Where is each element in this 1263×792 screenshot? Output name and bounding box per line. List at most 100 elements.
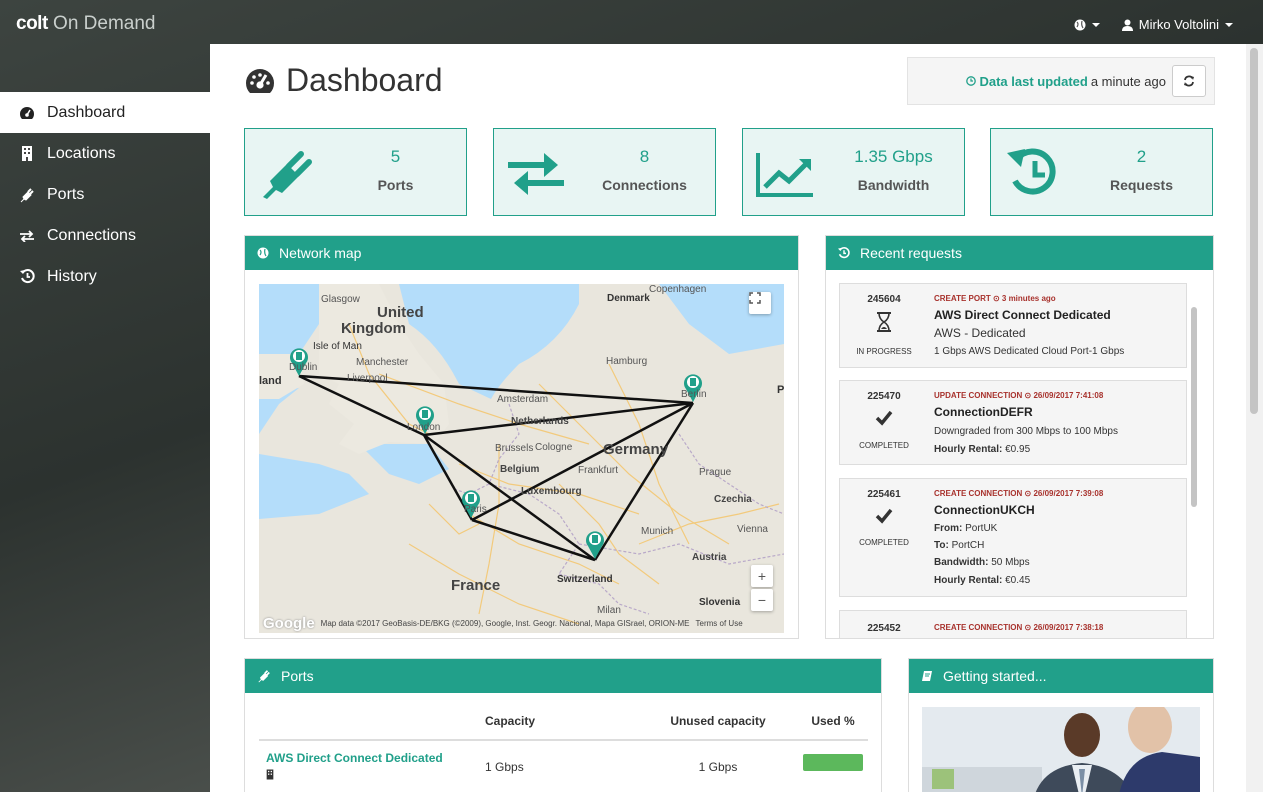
stat-tile-bandwidth[interactable]: 1.35 Gbps Bandwidth: [742, 128, 965, 216]
request-list-scrollbar[interactable]: [1191, 307, 1197, 507]
stat-tile-requests[interactable]: 2 Requests: [990, 128, 1213, 216]
plug-icon: [263, 151, 312, 199]
request-item[interactable]: 245604 IN PROGRESS CREATE PORT ⊙ 3 minut…: [839, 283, 1187, 368]
request-detail: From: PortUK: [934, 523, 997, 534]
request-type: UPDATE CONNECTION ⊙ 26/09/2017 7:41:08: [934, 391, 1104, 400]
panel-header: Ports: [245, 659, 881, 693]
plug-icon: [258, 670, 270, 683]
chevron-down-icon: [1091, 22, 1100, 27]
refresh-button[interactable]: [1172, 65, 1206, 97]
network-map-panel: Network map Copenhagen Glasgow Denmark U…: [244, 235, 799, 639]
stat-label: Ports: [377, 177, 414, 193]
refresh-icon: [1184, 75, 1194, 87]
book-icon: [922, 671, 932, 681]
request-item[interactable]: 225452 CREATE CONNECTION ⊙ 26/09/2017 7:…: [839, 610, 1187, 638]
panel-header: Recent requests: [826, 236, 1213, 270]
page-scrollbar[interactable]: [1246, 44, 1263, 792]
request-type: CREATE CONNECTION ⊙ 26/09/2017 7:39:08: [934, 489, 1104, 498]
stat-value: 5: [390, 147, 401, 166]
map-label: Austria: [692, 552, 727, 563]
sidebar-item-label: Dashboard: [47, 103, 126, 121]
map-label: P: [777, 384, 784, 396]
exchange-icon: [16, 229, 38, 242]
stat-label: Connections: [602, 177, 687, 193]
zoom-in-button[interactable]: +: [751, 565, 773, 587]
panel-title: Network map: [279, 245, 362, 261]
fullscreen-button[interactable]: [749, 292, 771, 314]
network-map[interactable]: Copenhagen Glasgow Denmark United Kingdo…: [259, 284, 784, 633]
stat-tile-ports[interactable]: 5 Ports: [244, 128, 467, 216]
request-status: IN PROGRESS: [856, 347, 912, 356]
history-icon: [1007, 148, 1056, 195]
sidebar-item-locations[interactable]: Locations: [0, 133, 210, 174]
building-icon: [16, 146, 38, 161]
main-content: Dashboard Data last updated a minute ago…: [210, 44, 1246, 792]
request-id: 225470: [867, 391, 901, 402]
map-label: Belgium: [500, 464, 540, 475]
table-header: Capacity Unused capacity Used %: [259, 703, 868, 741]
globe-icon: [1074, 19, 1086, 30]
detail-label: Hourly Rental:: [934, 444, 1003, 455]
panel-header: Getting started...: [909, 659, 1213, 693]
used-progress-bar: [803, 753, 863, 771]
detail-value: €0.45: [1002, 575, 1031, 586]
request-id: 245604: [867, 294, 901, 305]
map-label: Brussels: [495, 443, 534, 454]
exchange-icon: [508, 153, 564, 195]
sidebar-item-ports[interactable]: Ports: [0, 174, 210, 215]
map-label: Kingdom: [341, 320, 406, 337]
request-type: CREATE CONNECTION ⊙ 26/09/2017 7:38:18: [934, 623, 1104, 632]
port-cell: AWS Direct Connect Dedicated: [259, 751, 478, 783]
detail-value: €0.95: [1002, 444, 1031, 455]
request-detail: To: PortCH: [934, 540, 984, 551]
user-icon: [1121, 19, 1133, 31]
sidebar-item-connections[interactable]: Connections: [0, 215, 210, 256]
top-right-menu: Mirko Voltolini: [1074, 17, 1233, 32]
minus-icon: −: [757, 592, 767, 608]
request-id: 225452: [867, 623, 901, 634]
port-name-link[interactable]: AWS Direct Connect Dedicated: [266, 751, 478, 765]
globe-dropdown[interactable]: [1074, 19, 1100, 31]
map-attribution: Map data ©2017 GeoBasis-DE/BKG (©2009), …: [320, 618, 690, 628]
user-dropdown[interactable]: Mirko Voltolini: [1121, 17, 1233, 32]
request-detail: Bandwidth: 50 Mbps: [934, 557, 1030, 568]
data-updated-box: Data last updated a minute ago: [907, 57, 1215, 105]
detail-value: PortUK: [962, 523, 998, 534]
map-label: Dublin: [289, 362, 318, 373]
detail-label: From:: [934, 523, 963, 534]
getting-started-image[interactable]: [922, 707, 1200, 792]
map-label: United: [377, 304, 424, 321]
capacity-cell: 1 Gbps: [485, 759, 524, 774]
request-status: COMPLETED: [859, 538, 909, 547]
map-label: Liverpool: [347, 373, 388, 384]
request-list[interactable]: 245604 IN PROGRESS CREATE PORT ⊙ 3 minut…: [826, 270, 1202, 638]
map-footer: Google Map data ©2017 GeoBasis-DE/BKG (©…: [259, 613, 784, 633]
business-people-illustration: [922, 707, 1200, 792]
brand-logo[interactable]: colt On Demand: [16, 13, 156, 35]
column-header[interactable]: Used %: [798, 714, 868, 728]
map-label: France: [451, 577, 501, 594]
map-label: Munich: [641, 526, 674, 537]
request-item[interactable]: 225461 COMPLETED CREATE CONNECTION ⊙ 26/…: [839, 478, 1187, 597]
hourglass-icon: [840, 312, 928, 338]
map-label: Hamburg: [606, 356, 648, 367]
column-header[interactable]: Unused capacity: [638, 714, 798, 728]
request-type: CREATE PORT ⊙ 3 minutes ago: [934, 294, 1056, 303]
terms-link[interactable]: Terms of Use: [696, 619, 743, 628]
stat-label: Requests: [1109, 177, 1174, 193]
request-title: ConnectionUKCH: [934, 503, 1035, 517]
sidebar-item-label: Connections: [47, 226, 136, 244]
zoom-out-button[interactable]: −: [751, 589, 773, 611]
map-label: Berlin: [681, 389, 707, 400]
scrollbar-thumb[interactable]: [1250, 48, 1258, 414]
detail-label: To:: [934, 540, 949, 551]
panel-title: Recent requests: [860, 245, 962, 261]
stat-tile-connections[interactable]: 8 Connections: [493, 128, 716, 216]
sidebar-item-history[interactable]: History: [0, 256, 210, 297]
request-id: 225461: [867, 489, 901, 500]
sidebar-item-dashboard[interactable]: Dashboard: [0, 92, 210, 133]
map-label: London: [407, 422, 441, 433]
request-item[interactable]: 225470 COMPLETED UPDATE CONNECTION ⊙ 26/…: [839, 380, 1187, 465]
table-row[interactable]: AWS Direct Connect Dedicated 1 Gbps 1 Gb…: [259, 741, 868, 792]
column-header[interactable]: Capacity: [478, 714, 638, 728]
